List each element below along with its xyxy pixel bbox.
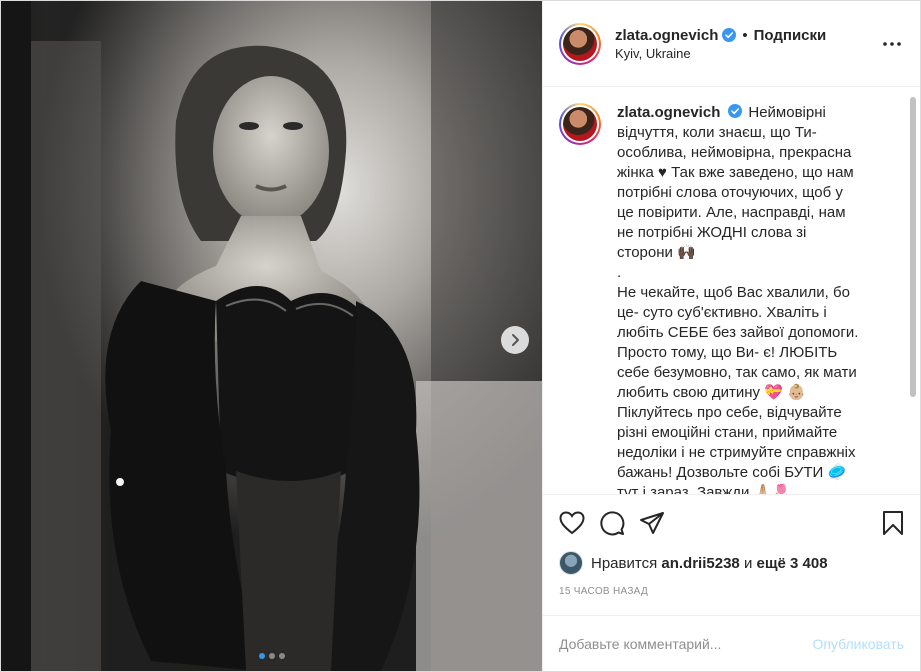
post-photo	[1, 1, 542, 671]
post-location[interactable]: Kyiv, Ukraine	[615, 46, 880, 61]
post-side-panel: zlata.ognevich • Подписки Kyiv, Ukraine	[542, 1, 920, 671]
paper-plane-icon	[640, 511, 664, 534]
caption-username[interactable]: zlata.ognevich	[617, 104, 720, 121]
following-button[interactable]: Подписки	[754, 27, 827, 44]
header-separator: •	[742, 26, 748, 44]
carousel-dot	[268, 653, 275, 659]
author-username[interactable]: zlata.ognevich	[615, 27, 718, 44]
verified-badge-icon	[722, 28, 737, 42]
author-avatar[interactable]	[559, 22, 601, 65]
carousel-dot	[258, 653, 265, 659]
likes-summary: Нравится an.drii5238 и ещё 3 408	[543, 550, 920, 576]
next-image-button[interactable]	[501, 326, 529, 354]
scrollbar[interactable]	[910, 87, 916, 494]
caption-text: zlata.ognevich Неймовірні відчуття, коли …	[617, 103, 862, 494]
comment-button[interactable]	[599, 503, 639, 543]
more-options-button[interactable]	[880, 32, 904, 56]
publish-button[interactable]: Опубликовать	[812, 636, 904, 652]
likes-prefix: Нравится	[591, 554, 658, 572]
heart-icon	[559, 510, 585, 534]
liker-avatar[interactable]	[559, 551, 583, 575]
post-timestamp[interactable]: 15 часов назад	[543, 576, 920, 615]
verified-badge-icon	[728, 104, 743, 118]
caption-paragraph: zlata.ognevich Неймовірні відчуття, коли …	[617, 103, 862, 263]
caption-paragraph-1: Неймовірні відчуття, коли знаєш, що Ти- …	[617, 104, 854, 261]
caption-paragraph-3: Не чекайте, щоб Вас хвалили, бо це- суто…	[617, 284, 859, 401]
post-caption: zlata.ognevich Неймовірні відчуття, коли …	[559, 103, 904, 494]
bookmark-icon	[883, 510, 903, 535]
likes-count[interactable]: ещё 3 408	[757, 555, 828, 572]
caption-paragraph-4: Піклуйтесь про себе, відчувайте різні ем…	[617, 404, 856, 494]
comment-form: Опубликовать	[543, 615, 920, 671]
like-button[interactable]	[559, 503, 599, 543]
liker-username[interactable]: an.drii5238	[661, 555, 739, 572]
chevron-right-icon	[512, 334, 519, 346]
share-button[interactable]	[639, 503, 679, 543]
carousel-dot	[278, 653, 285, 659]
carousel-indicator	[1, 653, 542, 659]
post-header: zlata.ognevich • Подписки Kyiv, Ukraine	[543, 1, 920, 87]
comment-icon	[600, 510, 625, 535]
instagram-post: zlata.ognevich • Подписки Kyiv, Ukraine	[0, 0, 921, 672]
action-bar	[543, 494, 920, 550]
comments-area[interactable]: zlata.ognevich Неймовірні відчуття, коли …	[543, 87, 920, 494]
caption-paragraph-2: .	[617, 264, 622, 281]
post-media[interactable]	[1, 1, 542, 671]
comment-input[interactable]	[559, 635, 813, 652]
likes-conjunction: и	[743, 554, 753, 572]
caption-avatar[interactable]	[559, 103, 601, 145]
more-horizontal-icon	[883, 41, 901, 46]
save-button[interactable]	[864, 503, 904, 543]
author-info: zlata.ognevich • Подписки Kyiv, Ukraine	[615, 27, 880, 61]
